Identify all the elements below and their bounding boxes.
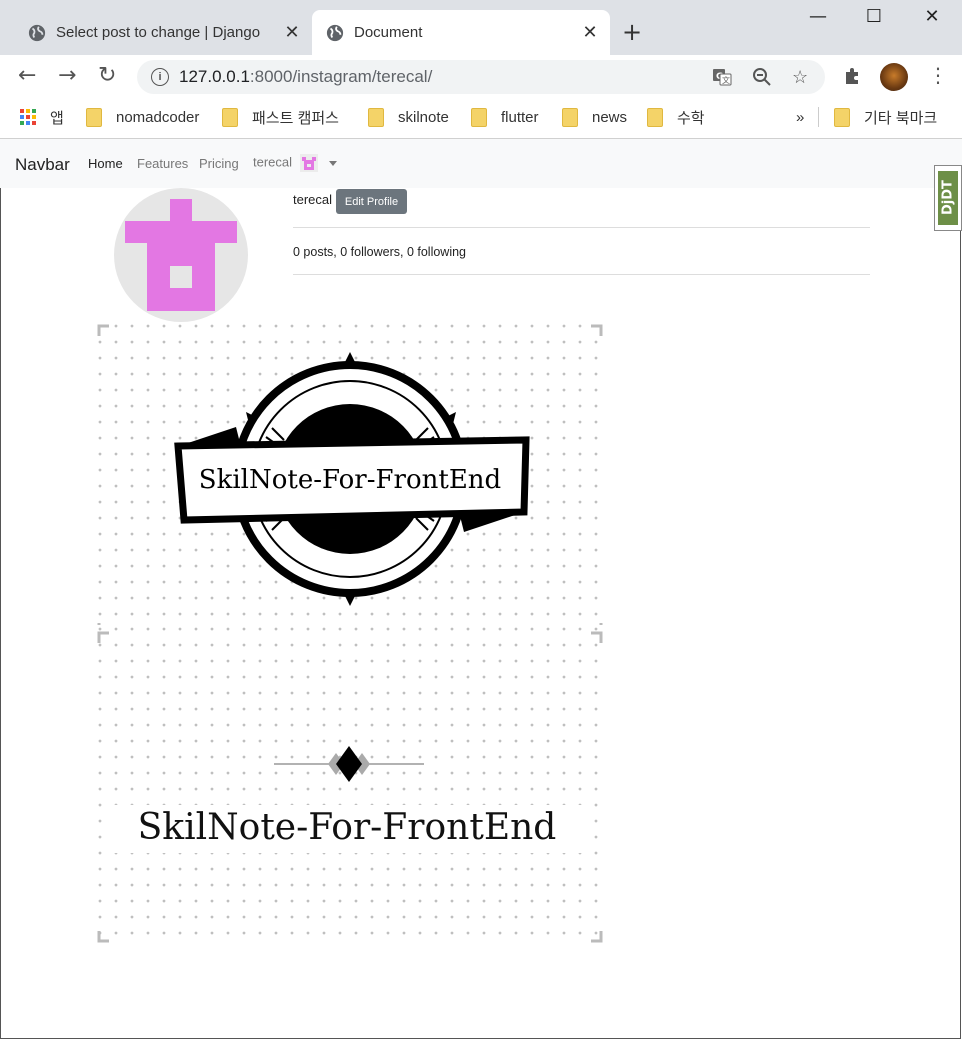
tab-title: Document (354, 24, 423, 41)
tab-document[interactable]: Document ✕ (312, 10, 610, 55)
bookmark-label: 패스트 캠퍼스 (252, 109, 339, 127)
folder-icon (471, 107, 487, 127)
nav-link-home[interactable]: Home (88, 156, 123, 171)
menu-icon[interactable]: ⋮ (928, 63, 948, 87)
bookmark-label: flutter (501, 108, 539, 126)
tab-strip: Select post to change | Django ✕ Documen… (0, 0, 962, 55)
profile-username: terecal (293, 192, 333, 207)
address-bar[interactable]: i 127.0.0.1:8000/instagram/terecal/ G文 ☆ (137, 60, 825, 94)
reload-icon[interactable]: ↻ (98, 63, 116, 88)
nav-link-features[interactable]: Features (137, 156, 188, 171)
extensions-icon[interactable] (843, 65, 863, 90)
bookmark-apps[interactable]: 앱 (20, 107, 64, 127)
tab-close-button[interactable]: ✕ (280, 22, 304, 43)
bookmark-nomadcoder[interactable]: nomadcoder (86, 107, 199, 127)
user-avatar-icon (299, 154, 318, 172)
edit-profile-button[interactable]: Edit Profile (336, 189, 407, 214)
maximize-button[interactable]: ☐ (854, 6, 894, 34)
globe-icon (326, 24, 344, 41)
globe-icon (28, 24, 46, 41)
identicon-image (125, 199, 237, 311)
logo-badge-image: SkilNote-For-FrontEnd (96, 322, 604, 637)
bookmark-label: 기타 북마크 (864, 109, 938, 127)
nav-user-dropdown[interactable]: terecal (253, 154, 338, 172)
zoom-icon[interactable] (752, 67, 772, 92)
tab-close-button[interactable]: ✕ (578, 22, 602, 43)
apps-icon (20, 109, 36, 125)
nav-link-pricing[interactable]: Pricing (199, 156, 239, 171)
bookmark-math[interactable]: 수학 (647, 107, 705, 127)
close-window-button[interactable]: ✕ (912, 6, 952, 34)
bookmark-skilnote[interactable]: skilnote (368, 107, 449, 127)
folder-icon (222, 107, 238, 127)
url-port: :8000 (249, 67, 293, 86)
divider (293, 274, 870, 275)
logo-text: SkilNote-For-FrontEnd (138, 807, 557, 848)
browser-toolbar: ← → ↻ i 127.0.0.1:8000/instagram/terecal… (0, 55, 962, 98)
bookmark-label: skilnote (398, 108, 449, 126)
folder-icon (834, 107, 850, 127)
svg-text:文: 文 (722, 75, 730, 85)
bookmarks-divider (818, 107, 819, 127)
logo-wordmark-image: SkilNote-For-FrontEnd (96, 625, 604, 945)
divider (293, 227, 870, 228)
translate-icon[interactable]: G文 (712, 67, 732, 92)
post-image[interactable]: SkilNote-For-FrontEnd (96, 322, 604, 637)
bookmark-news[interactable]: news (562, 107, 627, 127)
folder-icon (647, 107, 663, 127)
folder-icon (368, 107, 384, 127)
bookmark-fastcampus[interactable]: 패스트 캠퍼스 (222, 107, 339, 127)
bookmark-flutter[interactable]: flutter (471, 107, 539, 127)
tab-title: Select post to change | Django (56, 24, 261, 41)
post-image[interactable]: SkilNote-For-FrontEnd (96, 625, 604, 945)
info-icon[interactable]: i (151, 68, 169, 86)
debug-toolbar-label: DjDT (938, 171, 958, 225)
bookmark-label: news (592, 108, 628, 126)
new-tab-button[interactable]: + (622, 18, 642, 46)
chevron-down-icon (329, 160, 338, 166)
back-icon[interactable]: ← (18, 63, 36, 88)
logo-text: SkilNote-For-FrontEnd (199, 465, 501, 495)
bookmarks-overflow-button[interactable]: » (796, 107, 804, 127)
bookmark-other[interactable]: 기타 북마크 (834, 107, 937, 127)
overflow-chevron: » (796, 108, 805, 126)
bookmark-label: 앱 (50, 109, 64, 127)
address-url: 127.0.0.1:8000/instagram/terecal/ (179, 67, 432, 87)
profile-stats: 0 posts, 0 followers, 0 following (293, 245, 467, 259)
debug-toolbar-handle[interactable]: DjDT (934, 165, 962, 231)
tab-django-admin[interactable]: Select post to change | Django ✕ (14, 10, 312, 55)
forward-icon[interactable]: → (58, 63, 76, 88)
site-navbar: Navbar Home Features Pricing terecal (0, 139, 962, 188)
bookmark-label: nomadcoder (116, 108, 200, 126)
url-host: 127.0.0.1 (179, 67, 250, 86)
folder-icon (86, 107, 102, 127)
bookmark-star-icon[interactable]: ☆ (792, 67, 808, 88)
nav-username: terecal (253, 154, 293, 170)
folder-icon (562, 107, 578, 127)
bookmark-label: 수학 (677, 109, 705, 127)
profile-avatar (114, 188, 248, 322)
navbar-brand[interactable]: Navbar (15, 155, 70, 175)
minimize-button[interactable]: — (798, 6, 838, 34)
profile-avatar-icon[interactable] (880, 63, 908, 91)
url-path: /instagram/terecal/ (292, 67, 433, 86)
bookmarks-bar: 앱 nomadcoder 패스트 캠퍼스 skilnote flutter ne… (0, 98, 962, 139)
